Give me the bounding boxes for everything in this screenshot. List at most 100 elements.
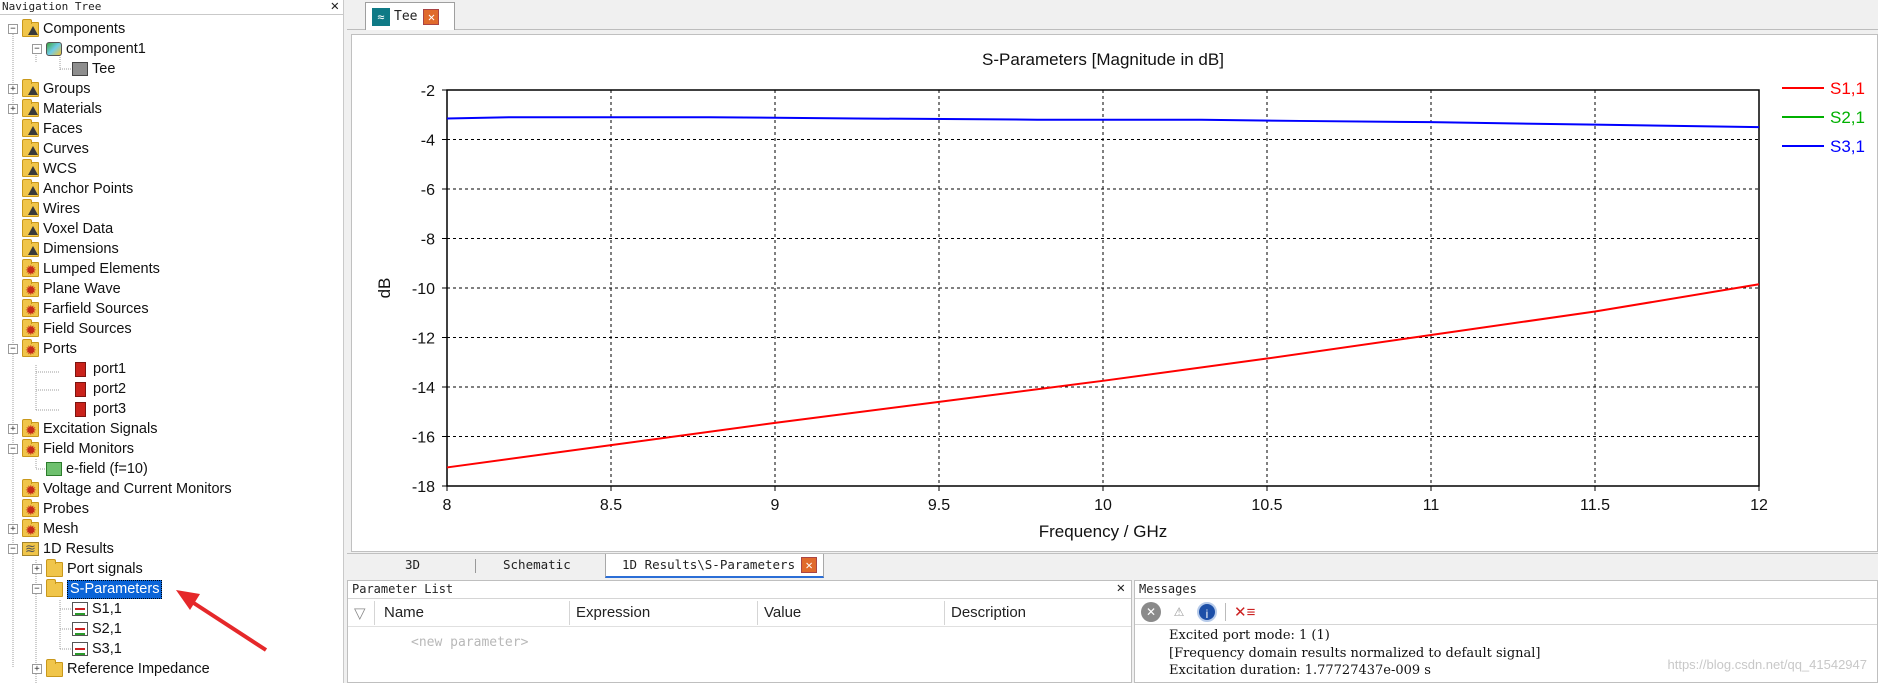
parameter-list-header: Parameter List ✕	[348, 580, 1131, 599]
tab-1d-results-s-parameters[interactable]: 1D Results\S-Parameters ✕	[605, 554, 825, 578]
collapse-icon[interactable]: −	[32, 584, 42, 594]
tree-item-plane-wave[interactable]: Plane Wave	[8, 278, 121, 300]
error-filter-icon[interactable]: ✕	[1141, 601, 1161, 622]
plot-panel: S-Parameters [Magnitude in dB] 8 8.5 9 9.5 10…	[351, 34, 1878, 552]
navigation-tree-panel: Navigation Tree ✕ − Components − component1…	[0, 0, 344, 683]
tree-item-port2[interactable]: port2	[72, 379, 126, 399]
tree-item-label: Field Monitors	[43, 441, 135, 457]
close-icon[interactable]: ✕	[423, 8, 440, 25]
collapse-icon[interactable]: −	[8, 344, 18, 354]
tree-item-e-field-f-10[interactable]: e-field (f=10)	[32, 459, 148, 479]
column-expression[interactable]: Expression	[576, 604, 650, 621]
s-parameter-chart[interactable]: S-Parameters [Magnitude in dB] 8 8.5 9 9.5 10…	[352, 35, 1878, 553]
tree-item-field-sources[interactable]: Field Sources	[8, 318, 132, 340]
tree-item-component1[interactable]: − component1	[32, 39, 146, 59]
tree-item-port-signals[interactable]: + Port signals	[32, 558, 143, 579]
tree-item-curves[interactable]: Curves	[8, 138, 89, 159]
tree-item-field-monitors[interactable]: − Field Monitors	[8, 438, 135, 460]
x-axis-label: Frequency / GHz	[1039, 522, 1168, 541]
tree-item-label: Port signals	[67, 561, 143, 577]
tree-item-farfield-sources[interactable]: Farfield Sources	[8, 298, 149, 320]
y-tick-label: -18	[412, 479, 435, 496]
tree-item-probes[interactable]: Probes	[8, 498, 89, 520]
y-tick-label: -6	[421, 182, 435, 199]
tree-item-port1[interactable]: port1	[72, 359, 126, 379]
tree-item-1d-results[interactable]: − 1D Results	[8, 539, 114, 559]
expand-icon[interactable]: +	[8, 424, 18, 434]
tree-item-label: S-Parameters	[67, 579, 163, 599]
tree-item-label: port3	[93, 401, 127, 417]
clear-messages-icon[interactable]: ✕≡	[1234, 603, 1255, 621]
tree-item-voltage-and-current-monitors[interactable]: Voltage and Current Monitors	[8, 478, 232, 500]
tree-item-s3-1[interactable]: S3,1	[72, 639, 122, 659]
expand-icon[interactable]: +	[8, 104, 18, 114]
messages-toolbar: ✕ ⚠ i ✕≡	[1135, 599, 1877, 625]
tree-item-reference-impedance[interactable]: + Reference Impedance	[32, 658, 210, 679]
collapse-icon[interactable]: −	[8, 24, 18, 34]
expand-icon[interactable]: +	[8, 524, 18, 534]
x-tick-label: 10.5	[1251, 497, 1282, 514]
tree-item-label: S3,1	[92, 641, 122, 657]
new-parameter-row[interactable]: <new parameter>	[411, 635, 528, 650]
chart-title: S-Parameters [Magnitude in dB]	[982, 50, 1224, 69]
tree-item-tee[interactable]: Tee	[72, 59, 115, 79]
tree-item-label: Lumped Elements	[43, 261, 160, 277]
warning-filter-icon[interactable]: ⚠	[1169, 601, 1189, 622]
collapse-icon[interactable]: −	[8, 544, 18, 554]
app-window: Navigation Tree ✕ − Components − component1…	[0, 0, 1878, 683]
folder-icon	[22, 218, 39, 237]
collapse-icon[interactable]: −	[32, 44, 42, 54]
tree-item-groups[interactable]: + Groups	[8, 78, 91, 99]
tree-item-wcs[interactable]: WCS	[8, 158, 77, 179]
folder-icon	[22, 138, 39, 157]
tree-item-label: e-field (f=10)	[66, 461, 148, 477]
folder-icon	[22, 118, 39, 137]
tree-item-label: Voxel Data	[43, 221, 114, 237]
tree-item-faces[interactable]: Faces	[8, 118, 83, 139]
tab-schematic[interactable]: Schematic	[503, 554, 571, 578]
close-icon[interactable]: ✕	[801, 557, 818, 573]
field-monitor-icon	[46, 462, 62, 476]
tree-item-excitation-signals[interactable]: + Excitation Signals	[8, 418, 157, 440]
x-tick-label: 11	[1423, 497, 1440, 514]
tree-item-mesh[interactable]: + Mesh	[8, 518, 78, 540]
legend-label-s3-1: S3,1	[1830, 137, 1865, 156]
tree-item-dimensions[interactable]: Dimensions	[8, 238, 119, 259]
column-description[interactable]: Description	[951, 604, 1026, 621]
tree-item-label: Tee	[92, 61, 116, 77]
tab-3d[interactable]: 3D	[405, 554, 420, 578]
toolbar-separator	[1225, 602, 1226, 621]
port-icon	[75, 381, 86, 397]
expand-icon[interactable]: +	[32, 664, 42, 674]
waveform-icon: ≈	[372, 7, 390, 26]
tree-item-materials[interactable]: + Materials	[8, 98, 102, 119]
collapse-icon[interactable]: −	[8, 444, 18, 454]
tree-item-s1-1[interactable]: S1,1	[72, 599, 122, 619]
message-line: Excited port mode: 1 (1)	[1169, 628, 1330, 643]
tree-item-label: port1	[93, 361, 127, 377]
tree-item-components[interactable]: − Components	[8, 18, 125, 39]
column-separator	[374, 601, 375, 625]
column-name[interactable]: Name	[384, 604, 424, 621]
y-tick-label: -16	[412, 430, 435, 447]
tree-item-wires[interactable]: Wires	[8, 198, 80, 219]
tree-item-label: Ports	[43, 341, 77, 357]
info-filter-icon[interactable]: i	[1197, 601, 1217, 622]
column-separator	[944, 601, 945, 625]
tree-item-lumped-elements[interactable]: Lumped Elements	[8, 258, 160, 280]
tree-item-anchor-points[interactable]: Anchor Points	[8, 178, 133, 199]
close-icon[interactable]: ✕	[1117, 580, 1125, 597]
tree-item-label: component1	[66, 41, 146, 57]
expand-icon[interactable]: +	[32, 564, 42, 574]
tree-item-s-parameters[interactable]: − S-Parameters	[32, 578, 163, 599]
tree-item-ports[interactable]: − Ports	[8, 338, 77, 360]
tab-tee[interactable]: ≈ Tee ✕	[365, 2, 455, 30]
tree-item-voxel-data[interactable]: Voxel Data	[8, 218, 114, 239]
tree-item-s2-1[interactable]: S2,1	[72, 619, 122, 639]
expand-icon[interactable]: +	[8, 84, 18, 94]
tree-item-port3[interactable]: port3	[72, 399, 126, 419]
filter-icon[interactable]: ▽	[354, 604, 366, 622]
folder-icon	[22, 238, 39, 257]
column-value[interactable]: Value	[764, 604, 801, 621]
tree-item-label: Field Sources	[43, 321, 132, 337]
